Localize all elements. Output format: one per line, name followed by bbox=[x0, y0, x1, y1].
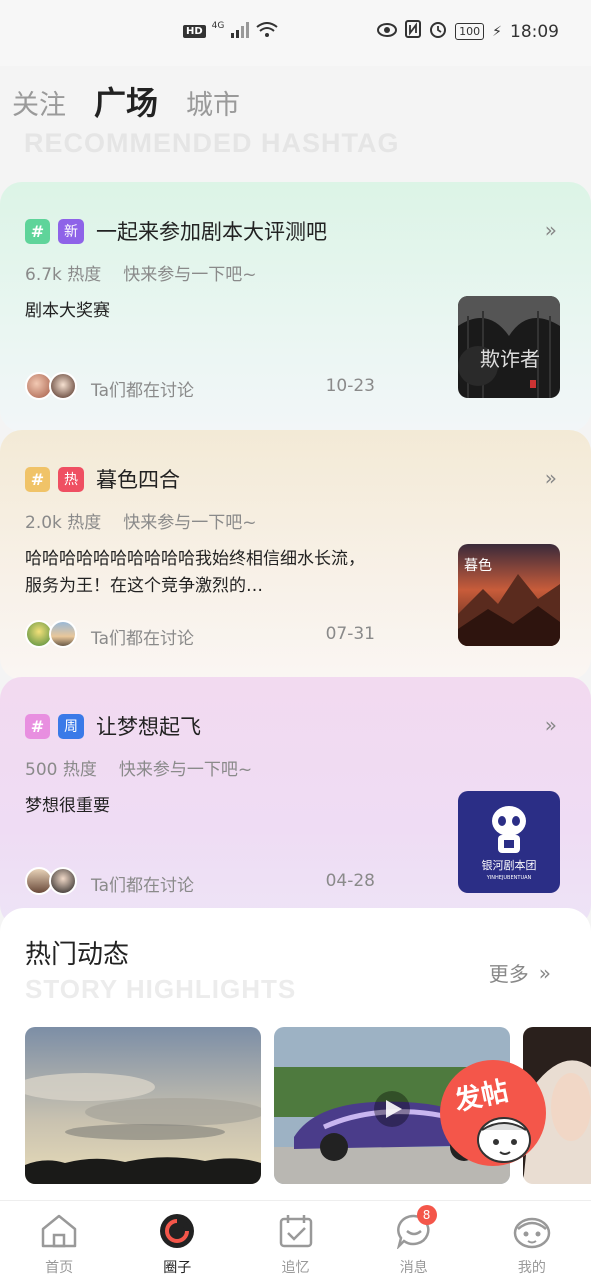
more-link[interactable]: 更多 » bbox=[489, 958, 551, 987]
post-button[interactable]: 发帖 bbox=[440, 1060, 546, 1166]
nav-circle[interactable]: 圈子 bbox=[118, 1201, 236, 1280]
battery-icon: 100 bbox=[455, 23, 485, 40]
thumbnail-title: 暮色 bbox=[464, 557, 492, 574]
card-slogan: 快来参与一下吧~ bbox=[123, 513, 257, 533]
avatar bbox=[49, 620, 77, 648]
hashtag-card[interactable]: # 热 暮色四合 » 2.0k 热度 快来参与一下吧~ 哈哈哈哈哈哈哈哈哈哈我始… bbox=[0, 430, 591, 680]
nav-messages[interactable]: 8 消息 bbox=[355, 1201, 473, 1280]
card-title: 一起来参加剧本大评测吧 bbox=[96, 220, 327, 244]
hashtag-section-title: RECOMMENDED HASHTAG bbox=[24, 128, 400, 158]
discussion-label: Ta们都在讨论 bbox=[91, 629, 194, 649]
network-label: 4G bbox=[211, 20, 225, 31]
card-description: 哈哈哈哈哈哈哈哈哈哈我始终相信细水长流，服务为王！在这个竞争激烈的… bbox=[25, 549, 365, 596]
card-date: 10-23 bbox=[325, 376, 375, 396]
bottom-nav: 首页 圈子 追忆 8 消息 我的 bbox=[0, 1200, 591, 1280]
alarm-icon bbox=[429, 20, 447, 43]
status-time: 18:09 bbox=[510, 21, 559, 42]
card-header: # 周 让梦想起飞 bbox=[25, 711, 201, 741]
nav-label: 圈子 bbox=[163, 1260, 192, 1276]
card-thumbnail[interactable]: 暮色 bbox=[458, 544, 560, 646]
thumbnail-title: 欺诈者 bbox=[480, 347, 540, 371]
hashtag-card[interactable]: # 新 一起来参加剧本大评测吧 » 6.7k 热度 快来参与一下吧~ 剧本大奖赛… bbox=[0, 182, 591, 432]
card-thumbnail[interactable]: 欺诈者 bbox=[458, 296, 560, 398]
heat-count: 500 热度 bbox=[25, 760, 97, 780]
message-badge: 8 bbox=[416, 1205, 437, 1225]
chevron-right-icon: » bbox=[538, 960, 551, 985]
card-slogan: 快来参与一下吧~ bbox=[118, 760, 253, 780]
home-icon bbox=[39, 1211, 79, 1251]
nfc-icon bbox=[405, 20, 422, 43]
robot-mascot-icon bbox=[477, 1117, 531, 1163]
section-subtitle: STORY HIGHLIGHTS bbox=[25, 974, 297, 1004]
card-footer: Ta们都在讨论 07-31 bbox=[25, 620, 375, 650]
discussion-label: Ta们都在讨论 bbox=[91, 381, 194, 401]
circle-icon bbox=[157, 1211, 197, 1251]
hot-badge: 热 bbox=[58, 466, 84, 492]
card-date: 07-31 bbox=[325, 624, 375, 644]
card-description: 剧本大奖赛 bbox=[25, 301, 110, 321]
nav-home[interactable]: 首页 bbox=[0, 1201, 118, 1280]
heat-count: 2.0k 热度 bbox=[25, 513, 102, 533]
card-slogan: 快来参与一下吧~ bbox=[123, 265, 257, 285]
card-header: # 热 暮色四合 bbox=[25, 464, 180, 494]
card-description: 梦想很重要 bbox=[25, 796, 110, 816]
hashtag-icon: # bbox=[25, 713, 50, 739]
hashtag-icon: # bbox=[25, 218, 50, 244]
chevron-right-icon[interactable]: » bbox=[545, 466, 557, 490]
status-left: HD 4G bbox=[183, 20, 278, 41]
status-bar: HD 4G 100 ⚡ 18:09 bbox=[0, 0, 591, 66]
thumbnail-subtitle: YINHEJUBENTUAN bbox=[486, 875, 532, 881]
tab-follow[interactable]: 关注 bbox=[12, 83, 66, 122]
avatar-group bbox=[25, 867, 81, 897]
card-meta: 6.7k 热度 快来参与一下吧~ bbox=[25, 260, 257, 285]
card-footer: Ta们都在讨论 10-23 bbox=[25, 372, 375, 402]
nav-memories[interactable]: 追忆 bbox=[236, 1201, 354, 1280]
nav-label: 消息 bbox=[399, 1260, 428, 1276]
eye-icon bbox=[377, 22, 398, 42]
card-footer: Ta们都在讨论 04-28 bbox=[25, 867, 375, 897]
signal-icon bbox=[230, 22, 250, 41]
tab-square[interactable]: 广场 bbox=[94, 78, 158, 124]
hashtag-icon: # bbox=[25, 466, 50, 492]
wifi-icon bbox=[256, 22, 278, 41]
card-header: # 新 一起来参加剧本大评测吧 bbox=[25, 216, 327, 246]
top-tabs: 关注 广场 城市 bbox=[12, 78, 240, 124]
nav-label: 我的 bbox=[517, 1260, 546, 1276]
hd-icon: HD bbox=[183, 25, 206, 38]
avatar bbox=[49, 867, 77, 895]
nav-label: 首页 bbox=[45, 1260, 74, 1276]
tab-city[interactable]: 城市 bbox=[186, 83, 240, 122]
chevron-right-icon[interactable]: » bbox=[545, 713, 557, 737]
avatar-group bbox=[25, 620, 81, 650]
card-thumbnail[interactable]: 银河剧本团 YINHEJUBENTUAN bbox=[458, 791, 560, 893]
highlight-item[interactable] bbox=[25, 1027, 261, 1184]
weekly-badge: 周 bbox=[58, 713, 84, 739]
heat-count: 6.7k 热度 bbox=[25, 265, 102, 285]
card-meta: 500 热度 快来参与一下吧~ bbox=[25, 755, 252, 780]
status-right: 100 ⚡ 18:09 bbox=[377, 20, 559, 43]
more-label: 更多 bbox=[488, 962, 529, 986]
card-title: 让梦想起飞 bbox=[96, 715, 201, 739]
card-date: 04-28 bbox=[325, 871, 375, 891]
robot-profile-icon bbox=[512, 1211, 552, 1251]
new-badge: 新 bbox=[58, 218, 84, 244]
nav-profile[interactable]: 我的 bbox=[473, 1201, 591, 1280]
calendar-icon bbox=[276, 1211, 316, 1251]
avatar-group bbox=[25, 372, 81, 402]
nav-label: 追忆 bbox=[281, 1260, 310, 1276]
section-title: 热门动态 bbox=[25, 940, 130, 970]
charging-icon: ⚡ bbox=[492, 23, 502, 40]
avatar bbox=[49, 372, 77, 400]
card-title: 暮色四合 bbox=[96, 468, 180, 492]
hashtag-card[interactable]: # 周 让梦想起飞 » 500 热度 快来参与一下吧~ 梦想很重要 银河剧本团 … bbox=[0, 677, 591, 927]
chevron-right-icon[interactable]: » bbox=[545, 218, 557, 242]
thumbnail-title: 银河剧本团 bbox=[482, 858, 537, 872]
discussion-label: Ta们都在讨论 bbox=[91, 876, 194, 896]
card-meta: 2.0k 热度 快来参与一下吧~ bbox=[25, 508, 257, 533]
